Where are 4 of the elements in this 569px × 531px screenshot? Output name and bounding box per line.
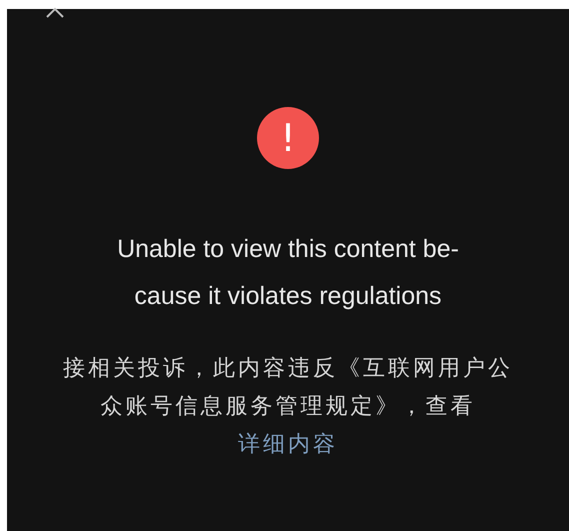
- violation-message: 接相关投诉，此内容违反《互联网用户公众账号信息服务管理规定》，查看 详细内容: [62, 355, 514, 459]
- warning-icon: !: [257, 107, 319, 169]
- details-link[interactable]: 详细内容: [238, 432, 338, 457]
- error-title: Unable to view this content be- cause it violates regulations: [117, 234, 459, 312]
